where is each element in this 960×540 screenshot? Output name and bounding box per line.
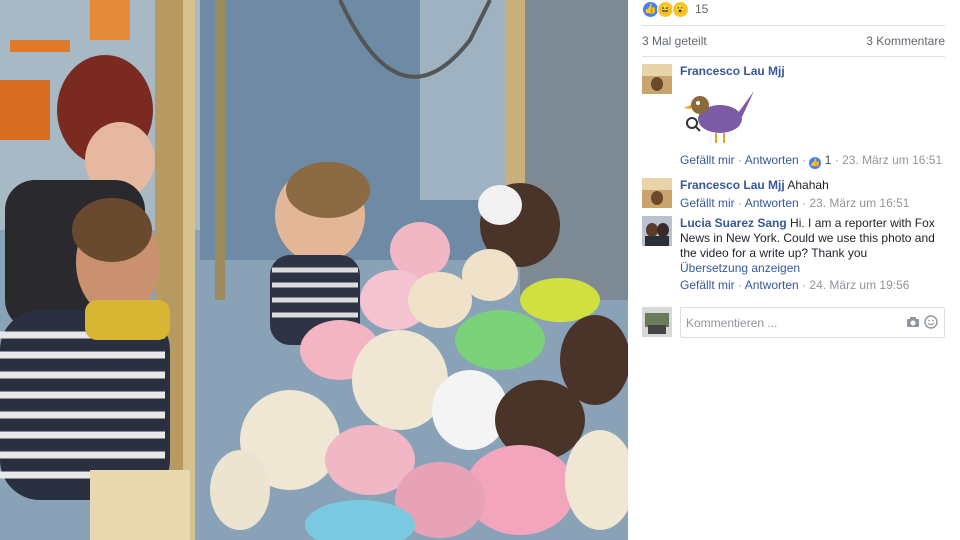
like-comment-link[interactable]: Gefällt mir (680, 153, 735, 167)
reply-link[interactable]: Antworten (745, 278, 799, 292)
comment-time[interactable]: 23. März um 16:51 (842, 153, 942, 167)
avatar (642, 307, 672, 337)
comment-composer: Kommentieren ... (642, 307, 945, 338)
divider (642, 25, 945, 26)
divider (642, 56, 945, 57)
like-icon: 👍 (809, 156, 822, 169)
reactions-summary[interactable]: 👍 😆 😮 15 (642, 0, 708, 18)
like-comment-link[interactable]: Gefällt mir (680, 196, 735, 210)
post-photo[interactable] (0, 0, 628, 540)
avatar[interactable] (642, 64, 672, 94)
comment-item: Francesco Lau Mjj Ahahah Gefällt mir · A… (642, 178, 945, 214)
comments-count-link[interactable]: 3 Kommentare (866, 34, 945, 48)
shares-link[interactable]: 3 Mal geteilt (642, 34, 707, 48)
wow-icon: 😮 (672, 0, 689, 18)
camera-icon[interactable] (906, 315, 920, 329)
comment-time[interactable]: 23. März um 16:51 (809, 196, 909, 210)
avatar[interactable] (642, 178, 672, 208)
comment-time[interactable]: 24. März um 19:56 (809, 278, 909, 292)
comment-item: Francesco Lau Mjj Gefällt mir · Antworte… (642, 64, 945, 172)
bird-sticker (680, 83, 945, 151)
translate-link[interactable]: Übersetzung anzeigen (680, 261, 800, 275)
blank-area (628, 345, 960, 540)
comment-author[interactable]: Francesco Lau Mjj (680, 64, 785, 78)
avatar[interactable] (642, 216, 672, 246)
comment-item: Lucia Suarez Sang Hi. I am a reporter wi… (642, 216, 945, 296)
emoji-icon[interactable] (924, 315, 938, 329)
reaction-count: 15 (695, 2, 709, 16)
reply-link[interactable]: Antworten (745, 153, 799, 167)
comment-input[interactable]: Kommentieren ... (680, 307, 945, 338)
comment-text: Ahahah (787, 178, 829, 192)
like-comment-link[interactable]: Gefällt mir (680, 278, 735, 292)
comments-panel: 👍 😆 😮 15 3 Mal geteilt 3 Kommentare Fran… (628, 0, 960, 345)
comment-author[interactable]: Francesco Lau Mjj (680, 178, 785, 192)
comment-author[interactable]: Lucia Suarez Sang (680, 216, 787, 230)
comment-input-placeholder: Kommentieren ... (686, 316, 778, 330)
photo-scene (0, 0, 628, 540)
reply-link[interactable]: Antworten (745, 196, 799, 210)
